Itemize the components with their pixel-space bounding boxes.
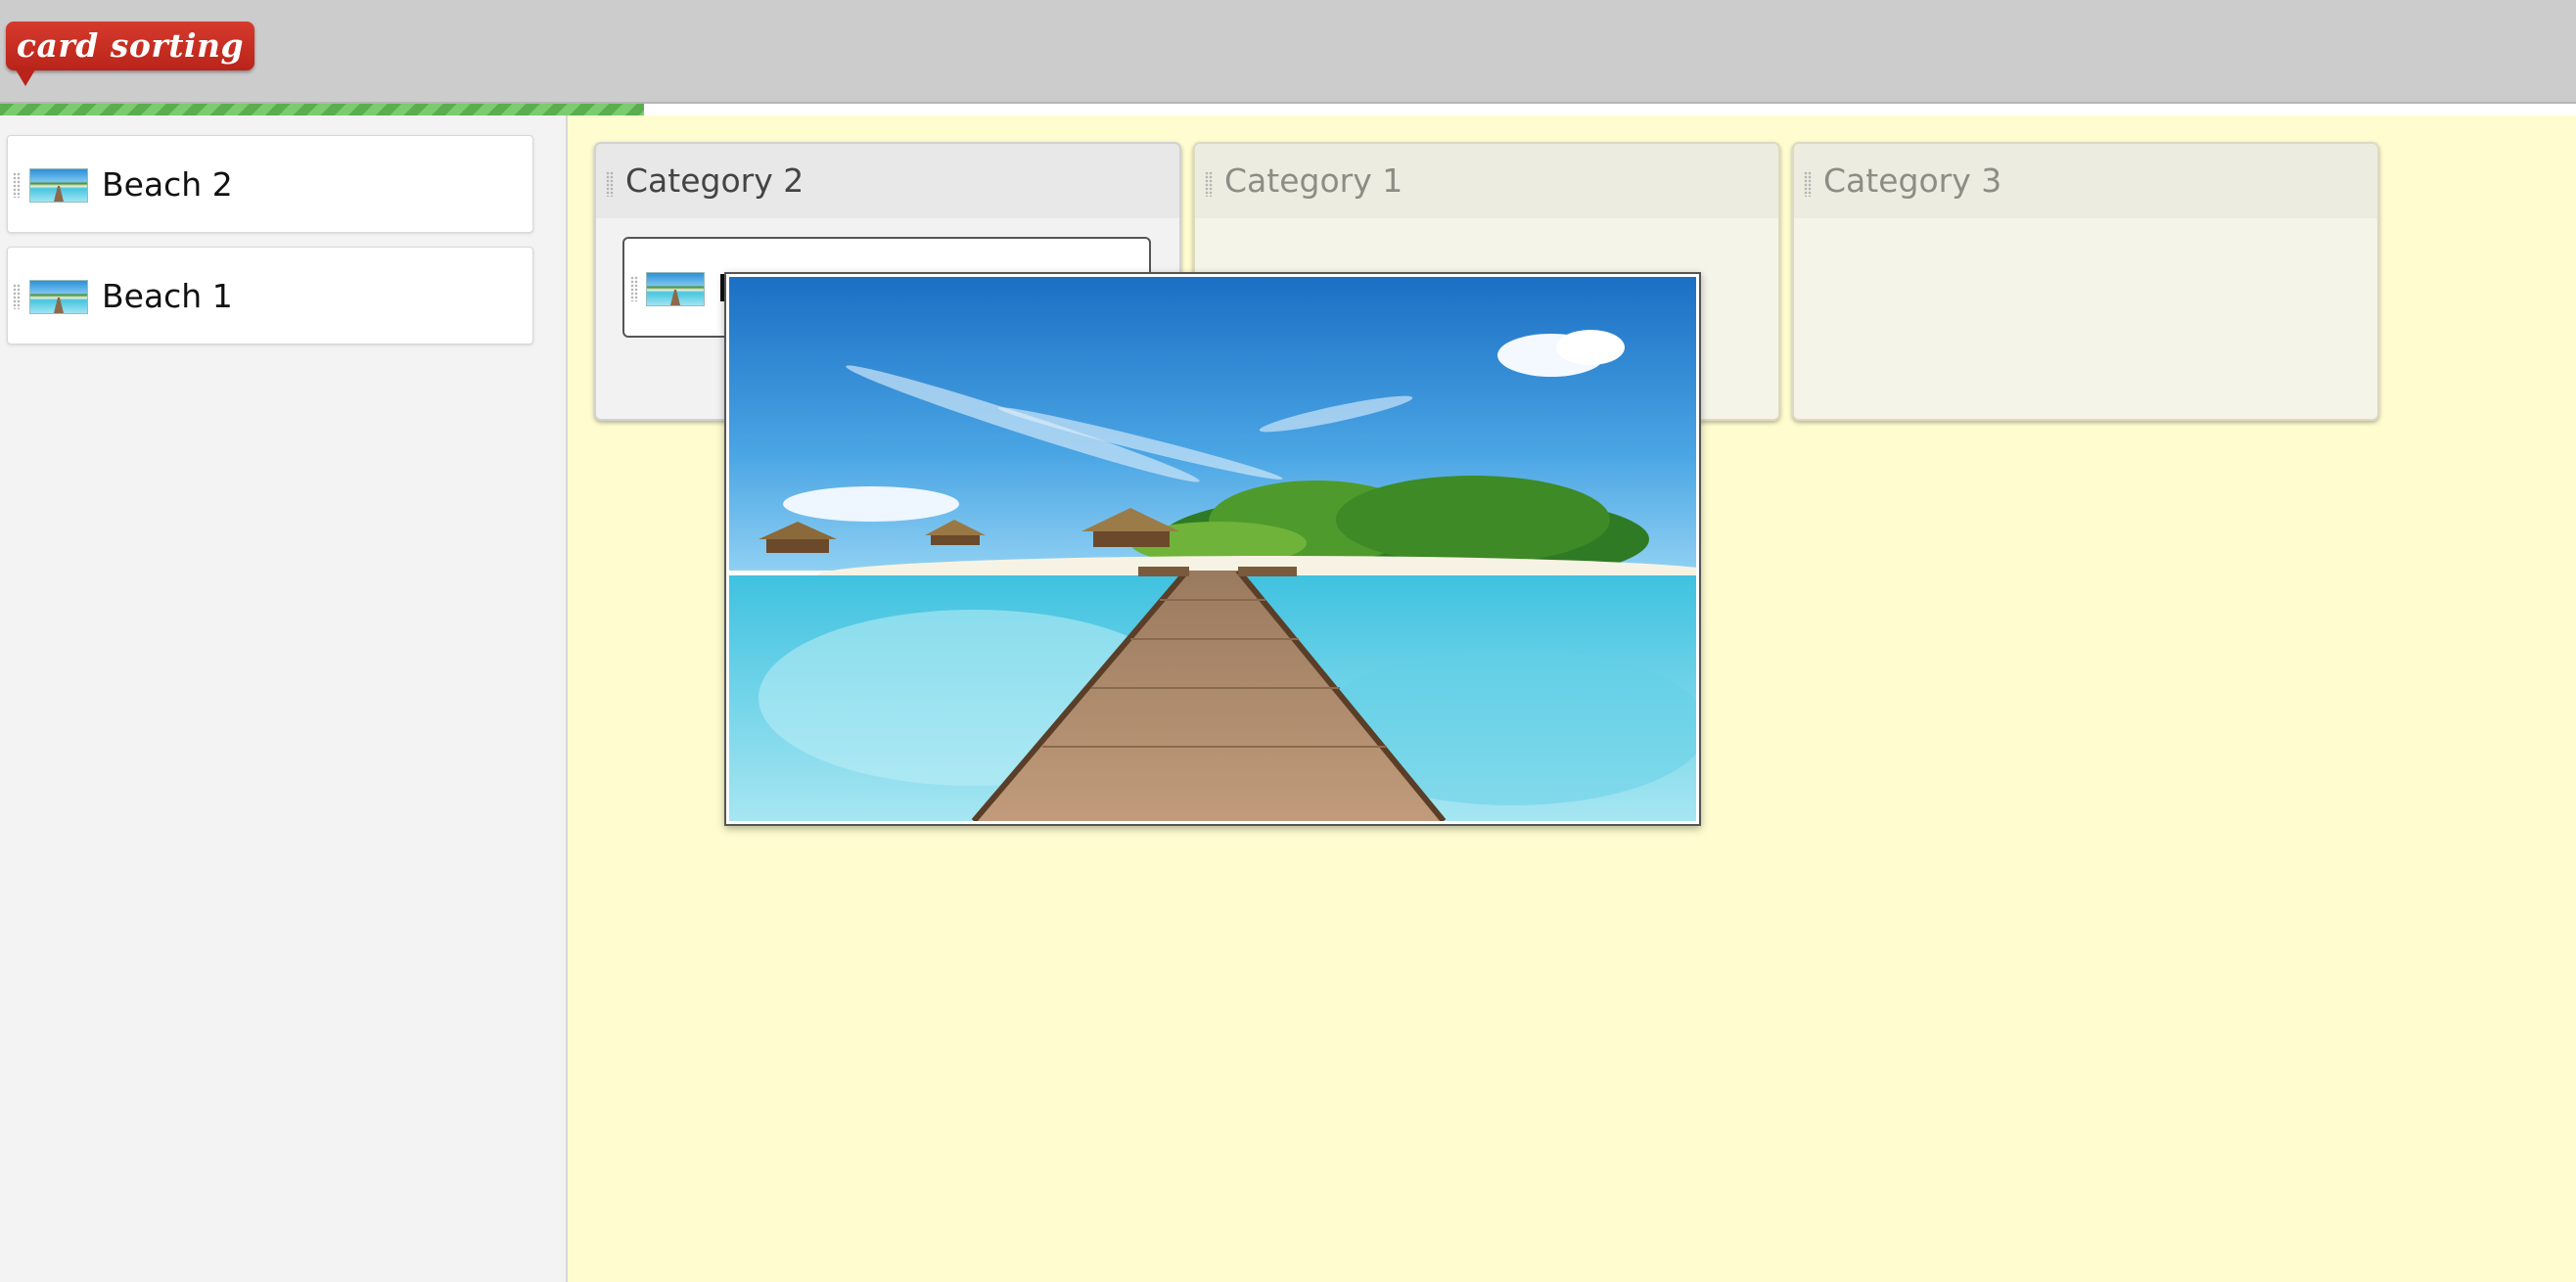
drag-handle-icon[interactable] <box>630 276 638 301</box>
drag-handle-icon[interactable] <box>13 284 21 309</box>
logo: card sorting <box>6 22 254 70</box>
beach-pier-image <box>729 277 1696 821</box>
category-header[interactable]: Category 3 <box>1794 144 2377 218</box>
category-title[interactable]: Category 2 <box>625 144 804 218</box>
beach-thumbnail-icon <box>29 168 88 203</box>
header-bar: card sorting <box>0 0 2576 104</box>
drag-handle-icon[interactable] <box>13 172 21 198</box>
drag-handle-icon[interactable] <box>1804 171 1812 197</box>
drag-handle-icon[interactable] <box>606 171 614 197</box>
card-label: Beach 1 <box>102 277 233 315</box>
logo-tail-icon <box>14 67 37 86</box>
progress-bar <box>0 104 2576 115</box>
category-title[interactable]: Category 3 <box>1823 144 2001 218</box>
beach-thumbnail-icon <box>29 280 88 314</box>
card-beach-1[interactable]: Beach 1 <box>7 247 533 344</box>
drag-handle-icon[interactable] <box>1205 171 1213 197</box>
category-title[interactable]: Category 1 <box>1224 144 1403 218</box>
category-header[interactable]: Category 2 <box>596 144 1179 218</box>
unsorted-cards-panel: Beach 2 Beach 1 <box>0 115 568 1282</box>
beach-thumbnail-icon <box>646 272 705 306</box>
progress-fill <box>0 104 644 115</box>
category-header[interactable]: Category 1 <box>1195 144 1778 218</box>
card-beach-2[interactable]: Beach 2 <box>7 135 533 233</box>
category-3[interactable]: Category 3 <box>1792 142 2379 421</box>
image-preview-popup <box>724 272 1701 826</box>
card-label: Beach 2 <box>102 165 233 204</box>
